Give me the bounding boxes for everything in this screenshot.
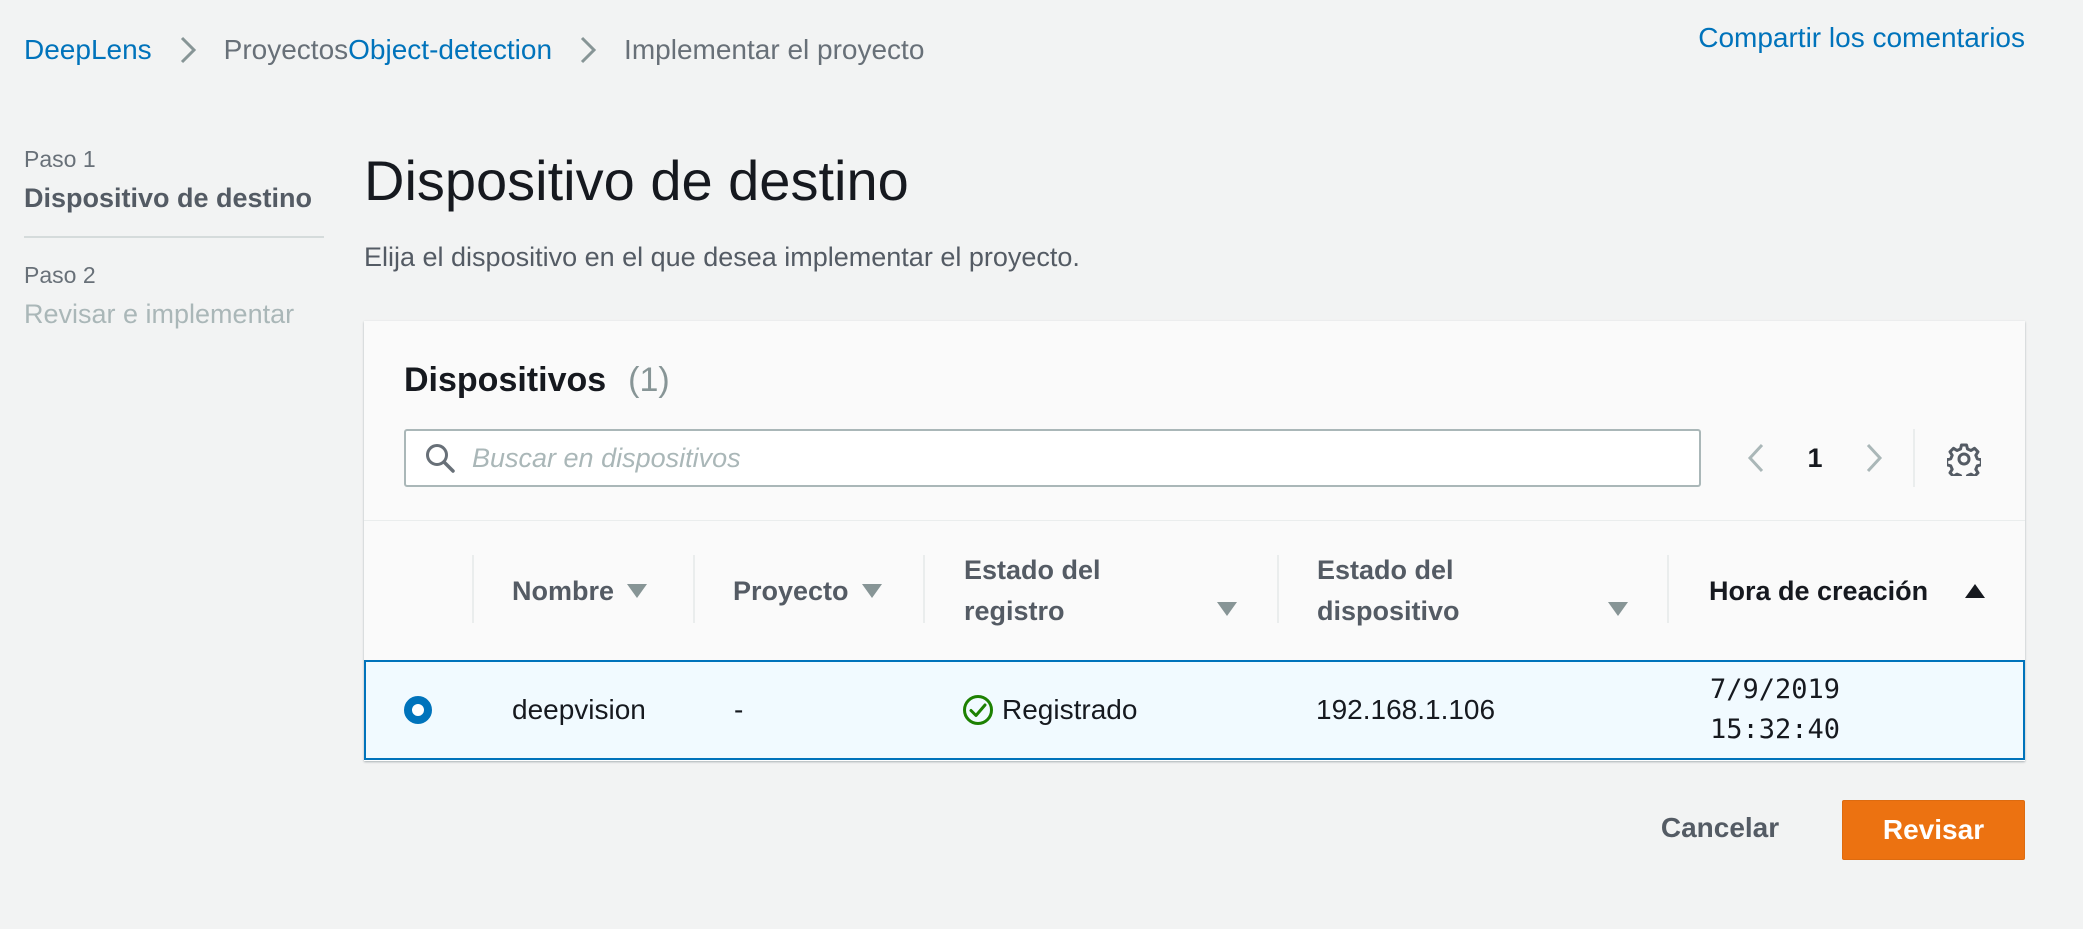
wizard-steps: Paso 1 Dispositivo de destino Paso 2 Rev… [24,146,324,330]
caret-down-icon[interactable] [1216,601,1238,617]
step-number: Paso 2 [24,262,96,288]
feedback-link[interactable]: Compartir los comentarios [1698,22,2025,54]
page-number[interactable]: 1 [1776,443,1854,474]
column-label-line1: Estado del [1317,555,1454,585]
created-date: 7/9/2019 [1710,674,1841,705]
column-divider [1667,555,1669,623]
panel-title-text: Dispositivos [404,361,607,399]
previous-page-button[interactable] [1736,438,1776,478]
chevron-right-icon [1866,443,1883,473]
pagination: 1 [1736,429,1894,487]
check-circle-icon [962,694,994,726]
caret-down-icon[interactable] [861,583,883,599]
column-header-hora-creacion[interactable]: Hora de creación [1709,521,1986,661]
breadcrumb-proyectos[interactable]: Proyectos [224,34,349,66]
table-settings-button[interactable] [1944,439,1984,479]
column-divider [472,555,474,623]
caret-down-icon[interactable] [1607,601,1629,617]
main-content: Dispositivo de destino Elija el disposit… [364,150,2025,273]
chevron-right-icon [552,36,624,64]
review-button[interactable]: Revisar [1842,800,2025,860]
page-title: Dispositivo de destino [364,149,909,212]
column-header-proyecto[interactable]: Proyecto [733,521,883,661]
cell-project: - [734,694,744,725]
column-divider [1277,555,1279,623]
devices-table-panel: Dispositivos (1) 1 [364,321,2025,761]
created-time: 15:32:40 [1710,714,1841,745]
device-count: (1) [628,361,670,399]
pager-divider [1913,429,1915,487]
step-2: Paso 2 Revisar e implementar [24,262,324,330]
search-box[interactable] [404,429,1701,487]
gear-icon [1947,443,1981,476]
search-input[interactable] [472,442,1699,474]
breadcrumb-current: Implementar el proyecto [624,34,925,65]
table-row[interactable]: deepvision - Registrado 192.168.1.106 7/… [364,660,2025,760]
chevron-left-icon [1747,443,1764,473]
column-label-line1: Estado del [964,555,1101,585]
column-label: Hora de creación [1709,575,1929,606]
next-page-button[interactable] [1854,438,1894,478]
caret-up-icon[interactable] [1964,583,1986,599]
step-1[interactable]: Paso 1 Dispositivo de destino [24,146,324,214]
breadcrumb-object-detection[interactable]: Object-detection [348,34,552,66]
cancel-button[interactable]: Cancelar [1640,798,1800,858]
column-label-line2: registro [964,596,1065,626]
caret-down-icon[interactable] [626,583,648,599]
search-icon [424,442,456,474]
column-header-nombre[interactable]: Nombre [512,521,648,661]
column-label: Nombre [512,575,615,606]
column-header-estado-dispositivo[interactable]: Estado del dispositivo [1317,521,1657,661]
cell-created-time: 7/9/2019 15:32:40 [1710,662,1840,758]
panel-title: Dispositivos (1) [404,361,670,400]
step-title: Dispositivo de destino [24,183,313,213]
cell-registration-status: Registrado [962,662,1137,758]
breadcrumb: DeepLens Proyectos Object-detection Impl… [24,30,924,70]
deploy-project-page: DeepLens Proyectos Object-detection Impl… [0,0,2083,929]
table-header: Nombre Proyecto Estado del registro Esta… [364,521,2025,661]
cell-device-status: 192.168.1.106 [1316,694,1496,725]
column-divider [693,555,695,623]
breadcrumb-deeplens[interactable]: DeepLens [24,34,152,66]
row-select-radio[interactable] [404,696,432,724]
column-header-estado-registro[interactable]: Estado del registro [964,521,1264,661]
chevron-right-icon [152,36,224,64]
status-text: Registrado [1002,694,1138,725]
step-number: Paso 1 [24,146,96,172]
panel-header: Dispositivos (1) 1 [364,321,2025,521]
cell-name: deepvision [512,694,646,725]
step-divider [24,236,324,238]
step-title: Revisar e implementar [24,299,295,329]
column-label: Proyecto [733,575,849,606]
page-description: Elija el dispositivo en el que desea imp… [364,241,1080,272]
column-label-line2: dispositivo [1317,596,1460,626]
column-divider [923,555,925,623]
